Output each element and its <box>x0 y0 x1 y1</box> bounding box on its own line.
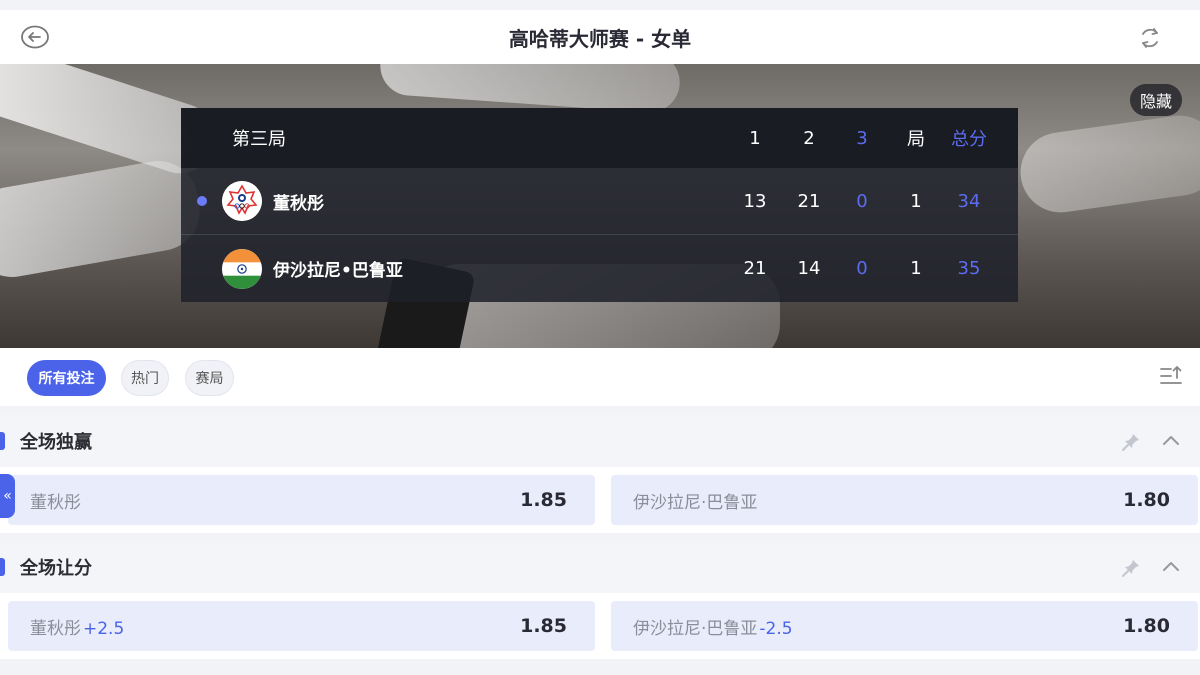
selection-label: 董秋彤 <box>30 492 81 513</box>
score-game-2: 21 <box>797 190 821 212</box>
total-points: 35 <box>957 258 981 279</box>
chinese-taipei-olympic-flag-icon <box>222 181 262 221</box>
header-games-won: 局 <box>907 129 925 150</box>
score-game-3: 0 <box>856 258 868 279</box>
score-game-1: 13 <box>743 190 767 212</box>
games-won: 1 <box>910 258 922 279</box>
market-title: 全场独赢 <box>20 432 92 453</box>
side-expand-tab[interactable]: « <box>0 474 15 518</box>
market-odds-row: 董秋彤 +2.5 1.85 伊沙拉尼·巴鲁亚 -2.5 1.80 <box>0 593 1200 659</box>
collapse-button[interactable] <box>1161 431 1181 451</box>
arrow-left-circle-icon <box>21 25 49 49</box>
selection-name: 伊沙拉尼·巴鲁亚 -2.5 <box>633 614 793 639</box>
bet-filter-tabs: 所有投注 热门 赛局 <box>0 348 1200 406</box>
sort-collapse-icon <box>1160 366 1182 384</box>
collapse-button[interactable] <box>1161 557 1181 577</box>
tab-popular[interactable]: 热门 <box>121 360 169 396</box>
pin-button[interactable] <box>1120 557 1142 579</box>
india-flag-icon <box>222 248 262 289</box>
scoreboard: 第三局 1 2 3 局 总分 董秋彤 13 21 0 1 34 伊沙拉尼•巴鲁亚… <box>181 108 1018 302</box>
odds-value: 1.80 <box>1123 615 1170 637</box>
current-game-label: 第三局 <box>232 129 286 150</box>
market-accent-bar <box>0 558 5 576</box>
chevron-up-icon <box>1163 436 1179 445</box>
scoreboard-row-player-2: 伊沙拉尼•巴鲁亚 21 14 0 1 35 <box>181 235 1018 302</box>
market-accent-bar <box>0 432 5 450</box>
back-button[interactable] <box>20 24 50 50</box>
sort-toggle-button[interactable] <box>1158 364 1184 390</box>
pin-button[interactable] <box>1120 431 1142 453</box>
odds-button[interactable]: 伊沙拉尼·巴鲁亚 1.80 <box>611 475 1198 525</box>
odds-button[interactable]: 董秋彤 1.85 <box>8 475 595 525</box>
handicap-value: +2.5 <box>83 618 125 639</box>
refresh-icon <box>1142 28 1158 48</box>
market-header[interactable]: 全场独赢 <box>0 415 1200 467</box>
serve-indicator <box>197 196 207 206</box>
refresh-button[interactable] <box>1136 24 1164 52</box>
hide-button[interactable]: 隐藏 <box>1129 84 1182 116</box>
header-game-3: 3 <box>856 127 868 149</box>
handicap-value: -2.5 <box>759 618 793 639</box>
market-odds-row: 董秋彤 1.85 伊沙拉尼·巴鲁亚 1.80 <box>0 467 1200 533</box>
match-banner: 隐藏 第三局 1 2 3 局 总分 董秋彤 13 21 0 1 34 伊沙拉尼•… <box>0 64 1200 348</box>
shuttlecock-image-3 <box>378 64 682 115</box>
score-game-2: 14 <box>797 258 821 279</box>
odds-value: 1.85 <box>520 489 567 511</box>
header-total: 总分 <box>951 129 987 150</box>
header-game-2: 2 <box>803 127 815 149</box>
top-header: 高哈蒂大师赛 - 女单 <box>0 10 1200 64</box>
selection-name: 董秋彤 <box>30 488 81 513</box>
games-won: 1 <box>910 190 922 212</box>
total-points: 34 <box>957 190 981 212</box>
odds-button[interactable]: 伊沙拉尼·巴鲁亚 -2.5 1.80 <box>611 601 1198 651</box>
tab-games[interactable]: 赛局 <box>185 360 234 396</box>
odds-value: 1.80 <box>1123 489 1170 511</box>
app-root: 高哈蒂大师赛 - 女单 隐藏 第三局 1 2 3 局 总分 董秋彤 13 21 … <box>0 0 1200 675</box>
market-title: 全场让分 <box>20 558 92 579</box>
pin-icon <box>1122 560 1139 577</box>
player-name: 伊沙拉尼•巴鲁亚 <box>273 261 403 281</box>
chevron-up-icon <box>1163 562 1179 571</box>
scoreboard-header: 第三局 1 2 3 局 总分 <box>181 108 1018 168</box>
tab-all-bets[interactable]: 所有投注 <box>27 360 106 396</box>
player-name: 董秋彤 <box>273 193 324 214</box>
pin-icon <box>1122 434 1139 451</box>
page-title: 高哈蒂大师赛 - 女单 <box>508 26 692 51</box>
odds-button[interactable]: 董秋彤 +2.5 1.85 <box>8 601 595 651</box>
scoreboard-row-player-1: 董秋彤 13 21 0 1 34 <box>181 168 1018 235</box>
odds-value: 1.85 <box>520 615 567 637</box>
shuttlecock-image-5 <box>1015 110 1200 218</box>
selection-name: 董秋彤 +2.5 <box>30 614 124 639</box>
header-game-1: 1 <box>749 127 761 149</box>
score-game-1: 21 <box>743 258 767 279</box>
selection-label: 董秋彤 <box>30 618 81 639</box>
selection-name: 伊沙拉尼·巴鲁亚 <box>633 488 757 513</box>
market-header[interactable]: 全场让分 <box>0 541 1200 593</box>
score-game-3: 0 <box>856 190 868 212</box>
shuttlecock-image-2 <box>0 154 207 284</box>
selection-label: 伊沙拉尼·巴鲁亚 <box>633 492 758 513</box>
selection-label: 伊沙拉尼·巴鲁亚 <box>633 618 758 639</box>
